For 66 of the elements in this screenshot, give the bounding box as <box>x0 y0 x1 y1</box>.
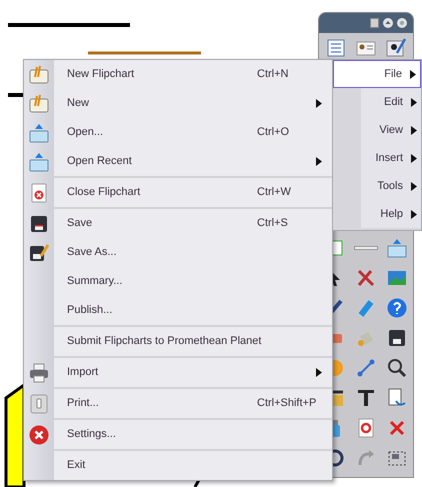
menu-item-label: New Flipchart <box>66 67 134 82</box>
floppy-pencil-icon <box>28 242 50 264</box>
menu-item-label: Import <box>66 365 98 380</box>
tray-arrow-icon[interactable] <box>386 237 408 259</box>
menu-item[interactable]: Import <box>54 358 332 387</box>
drawn-line <box>8 93 26 97</box>
flipchart-icon <box>28 93 50 115</box>
menu-item[interactable]: New <box>54 89 332 118</box>
menu-item[interactable]: Exit <box>54 451 332 480</box>
caret-icon <box>411 182 417 190</box>
menu-tab[interactable]: Help <box>361 200 421 228</box>
caret-icon <box>316 157 322 166</box>
tray-arrow-icon <box>28 122 50 144</box>
line-tool-icon[interactable] <box>354 357 377 379</box>
close-icon <box>28 424 50 446</box>
menu-tab[interactable]: View <box>361 116 421 144</box>
caret-icon <box>411 210 417 218</box>
menu-item[interactable]: Submit Flipcharts to Promethean Planet <box>54 327 332 356</box>
caret-icon <box>411 126 417 134</box>
menu-item[interactable]: New Flipchart Ctrl+N <box>54 60 332 89</box>
tray-arrow-icon <box>28 151 50 173</box>
menu-item-label: Save As... <box>66 245 117 260</box>
menu-item[interactable]: Save Ctrl+S <box>54 209 332 238</box>
tree-icon[interactable] <box>325 37 347 59</box>
menu-item-label: Summary... <box>66 274 122 290</box>
menu-item[interactable]: Open... Ctrl+O <box>54 118 332 147</box>
menu-item-label: New <box>66 96 90 112</box>
caret-icon <box>316 99 322 108</box>
eject-icon[interactable] <box>383 18 393 28</box>
page-icon[interactable] <box>370 18 379 28</box>
shortcut-label: Ctrl+O <box>257 125 290 140</box>
menu-item[interactable]: Settings... <box>54 420 332 449</box>
menu-item-label: Publish... <box>66 303 112 318</box>
caret-icon <box>411 98 417 106</box>
caret-icon <box>411 154 417 162</box>
menu-tab[interactable]: Tools <box>361 172 421 200</box>
menu-item-label: Submit Flipcharts to Promethean Planet <box>66 334 262 350</box>
menu-item[interactable]: Summary... <box>54 267 332 296</box>
menu-item[interactable]: Open Recent <box>54 147 332 176</box>
shortcut-label: Ctrl+S <box>257 216 288 232</box>
caret-icon <box>316 368 322 377</box>
printer-icon <box>28 362 50 384</box>
menu-item-label: Open Recent <box>66 154 132 170</box>
menu-item[interactable]: Publish... <box>54 296 332 325</box>
shortcut-label: Ctrl+Shift+P <box>257 396 316 412</box>
caret-icon <box>410 70 416 78</box>
menu-item-label: Exit <box>66 458 86 474</box>
flipchart-icon <box>28 64 50 86</box>
search-icon[interactable] <box>386 357 408 379</box>
menu-item-label: Close Flipchart <box>66 185 140 200</box>
switch-icon <box>28 393 50 415</box>
shortcut-label: Ctrl+W <box>257 185 291 200</box>
menu-tab[interactable]: Edit <box>361 88 421 116</box>
menu-item[interactable]: Print... Ctrl+Shift+P <box>54 389 332 418</box>
slider-track[interactable] <box>354 246 378 250</box>
shortcut-label: Ctrl+N <box>257 67 288 82</box>
menu-item-label: Settings... <box>66 427 116 442</box>
menu-item-label: Save <box>66 216 92 232</box>
menu-item[interactable]: Save As... <box>54 238 332 267</box>
menu-item-label: Print... <box>66 396 99 412</box>
menu-tab[interactable]: Insert <box>361 144 421 172</box>
help-icon[interactable] <box>386 297 408 319</box>
menu-tab[interactable]: File <box>333 60 421 88</box>
menu-item[interactable]: Close Flipchart Ctrl+W <box>54 178 332 207</box>
person-pen-icon[interactable] <box>385 37 407 59</box>
menu-item-label: Open... <box>66 125 104 140</box>
